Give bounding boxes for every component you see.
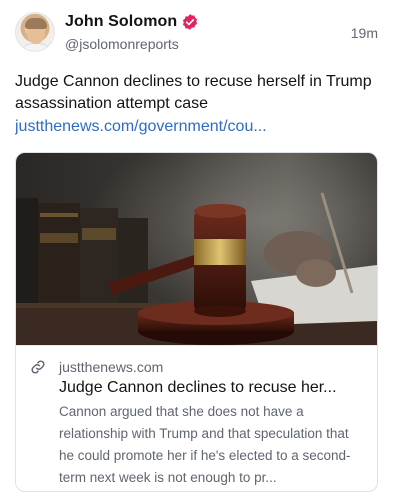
post-timestamp[interactable]: 19m	[351, 25, 378, 41]
card-domain-row: justthenews.com	[30, 358, 163, 376]
author-name[interactable]: John Solomon	[65, 13, 177, 31]
gavel-photo[interactable]	[16, 153, 377, 345]
verified-badge-icon	[181, 13, 199, 31]
link-card-body[interactable]: justthenews.com Judge Cannon declines to…	[16, 345, 377, 491]
card-title[interactable]: Judge Cannon declines to recuse her...	[59, 377, 364, 399]
post-container: John Solomon @jsolomonreports 19m Judge …	[0, 0, 393, 500]
author-name-row: John Solomon	[65, 11, 199, 33]
link-preview-card[interactable]: justthenews.com Judge Cannon declines to…	[15, 152, 378, 492]
avatar[interactable]	[15, 12, 55, 52]
post-text: Judge Cannon declines to recuse herself …	[15, 73, 372, 112]
card-description: Cannon argued that she does not have a r…	[59, 404, 351, 485]
card-domain: justthenews.com	[59, 359, 164, 375]
author-handle[interactable]: @jsolomonreports	[65, 36, 179, 52]
post-link[interactable]: justthenews.com/government/cou...	[15, 116, 315, 138]
link-icon	[30, 359, 46, 375]
